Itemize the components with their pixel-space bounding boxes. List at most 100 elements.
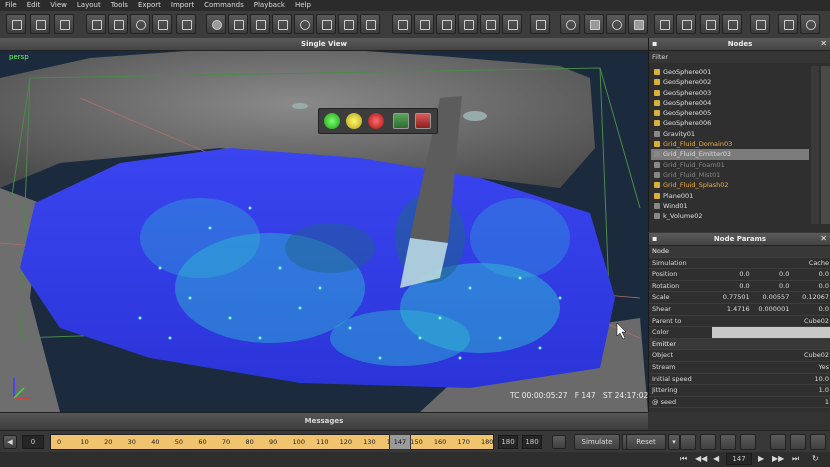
menu-tools[interactable]: Tools: [106, 0, 133, 11]
timeline-current-frame[interactable]: 147: [389, 434, 411, 450]
zoom-tool-icon[interactable]: [130, 14, 150, 34]
param-value[interactable]: 1.0: [712, 385, 830, 396]
save-scene-icon[interactable]: [54, 14, 74, 34]
node-list-item[interactable]: Plane001: [651, 191, 809, 201]
axis-tool-icon[interactable]: [176, 14, 196, 34]
param-value[interactable]: 0.00557: [752, 292, 792, 303]
step-back-icon[interactable]: ◀: [713, 454, 719, 463]
play-green-icon[interactable]: [324, 113, 340, 129]
pin-icon[interactable]: [810, 434, 826, 450]
messages-bar[interactable]: Messages: [0, 412, 648, 429]
play-icon[interactable]: ▶: [758, 454, 764, 463]
window-split-icon[interactable]: [414, 14, 434, 34]
node-list-item[interactable]: GeoSphere001: [651, 67, 809, 77]
menu-edit[interactable]: Edit: [22, 0, 46, 11]
menu-playback[interactable]: Playback: [249, 0, 290, 11]
window-view-icon[interactable]: [436, 14, 456, 34]
node-list-item[interactable]: GeoSphere002: [651, 77, 809, 87]
timeline-start-field[interactable]: 0: [22, 435, 44, 449]
close-icon[interactable]: ✕: [820, 233, 827, 245]
menu-commands[interactable]: Commands: [199, 0, 249, 11]
node-section-header[interactable]: Node: [649, 246, 830, 258]
emitter-icon[interactable]: [560, 14, 580, 34]
viewport-3d[interactable]: [0, 38, 648, 412]
key-icon[interactable]: [790, 434, 806, 450]
node-list-item[interactable]: GeoSphere006: [651, 118, 809, 128]
curve-icon[interactable]: [722, 14, 742, 34]
param-value[interactable]: 1.4716: [712, 304, 752, 315]
param-value[interactable]: 0.77501: [712, 292, 752, 303]
frame-number-field[interactable]: 147: [726, 453, 752, 465]
timeline-settings-icon[interactable]: [552, 435, 566, 449]
camera-icon[interactable]: [316, 14, 336, 34]
node-list-item[interactable]: Gravity01: [651, 129, 809, 139]
nodes-filter[interactable]: Filter: [649, 51, 830, 63]
timeline-end-field-b[interactable]: 180: [522, 435, 542, 449]
mesh-icon[interactable]: [676, 14, 696, 34]
gear-icon[interactable]: [606, 14, 626, 34]
param-value[interactable]: 0.0: [712, 269, 752, 280]
node-list-item[interactable]: Grid_Fluid_Splash02: [651, 180, 809, 190]
param-value[interactable]: 0.0: [712, 281, 752, 292]
param-value[interactable]: 1: [712, 397, 830, 408]
close-icon[interactable]: ✕: [820, 38, 827, 50]
refresh-icon[interactable]: [294, 14, 314, 34]
open-scene-icon[interactable]: [30, 14, 50, 34]
param-value[interactable]: Yes: [712, 362, 830, 373]
loop-icon[interactable]: ↻: [812, 454, 819, 463]
prev-frame-icon[interactable]: ◀◀: [695, 454, 707, 463]
panel-menu-icon[interactable]: ▪: [652, 233, 657, 245]
param-value[interactable]: 0.0: [752, 269, 792, 280]
cache-icon[interactable]: [740, 434, 756, 450]
reset-button[interactable]: Reset: [626, 434, 666, 450]
stop-red-icon[interactable]: [368, 113, 384, 129]
timeline-end-field-a[interactable]: 180: [498, 435, 518, 449]
select-tool-icon[interactable]: [86, 14, 106, 34]
pause-yellow-icon[interactable]: [346, 113, 362, 129]
param-value[interactable]: Cache: [712, 258, 830, 269]
first-frame-icon[interactable]: ⏮: [680, 454, 687, 464]
node-list-item[interactable]: GeoSphere004: [651, 98, 809, 108]
menu-export[interactable]: Export: [133, 0, 166, 11]
fluid-icon[interactable]: [338, 14, 358, 34]
delete-cache-icon[interactable]: [415, 113, 431, 129]
node-list-item[interactable]: k_Volume02: [651, 211, 809, 221]
panel-menu-icon[interactable]: ▪: [652, 38, 657, 50]
node-list-item[interactable]: Grid_Fluid_Domain03: [651, 139, 809, 149]
points-icon[interactable]: [628, 14, 648, 34]
scale-tool-icon[interactable]: [152, 14, 172, 34]
simulate-button[interactable]: Simulate: [574, 434, 620, 450]
menu-import[interactable]: Import: [166, 0, 199, 11]
timeline-left-arrow-icon[interactable]: ◀: [3, 435, 17, 449]
grid-icon[interactable]: [360, 14, 380, 34]
forces-icon[interactable]: [750, 14, 770, 34]
param-value[interactable]: Cube02: [712, 350, 830, 361]
window-render-icon[interactable]: [458, 14, 478, 34]
window-nodes-icon[interactable]: [480, 14, 500, 34]
window-params-icon[interactable]: [502, 14, 522, 34]
node-list-item[interactable]: Grid_Fluid_Mist01: [651, 170, 809, 180]
vortex-icon[interactable]: [800, 14, 820, 34]
param-value[interactable]: 0.0: [791, 281, 830, 292]
param-value[interactable]: 10.0: [712, 374, 830, 385]
menu-layout[interactable]: Layout: [72, 0, 106, 11]
timeline-track[interactable]: 0102030405060708090100110120130140150160…: [50, 434, 494, 450]
emitter-section-header[interactable]: Emitter: [649, 338, 830, 351]
next-frame-icon[interactable]: ▶▶: [772, 454, 784, 463]
menu-file[interactable]: File: [0, 0, 22, 11]
param-value[interactable]: Cube02: [712, 316, 830, 327]
node-list-item[interactable]: Wind01: [651, 201, 809, 211]
param-value[interactable]: 0.0: [791, 269, 830, 280]
node-list-item[interactable]: Grid_Fluid_Foam01: [651, 160, 809, 170]
move-tool-icon[interactable]: [108, 14, 128, 34]
layers-icon[interactable]: [228, 14, 248, 34]
nodes-scrollbar[interactable]: [811, 66, 819, 224]
save-cache-icon[interactable]: [393, 113, 409, 129]
lock-icon[interactable]: [770, 434, 786, 450]
node-list-item[interactable]: GeoSphere005: [651, 108, 809, 118]
sphere-primitive-icon[interactable]: [206, 14, 226, 34]
export-icon[interactable]: [700, 434, 716, 450]
domain-icon[interactable]: [654, 14, 674, 34]
cube-yellow-icon[interactable]: [272, 14, 292, 34]
preview-icon[interactable]: [720, 434, 736, 450]
